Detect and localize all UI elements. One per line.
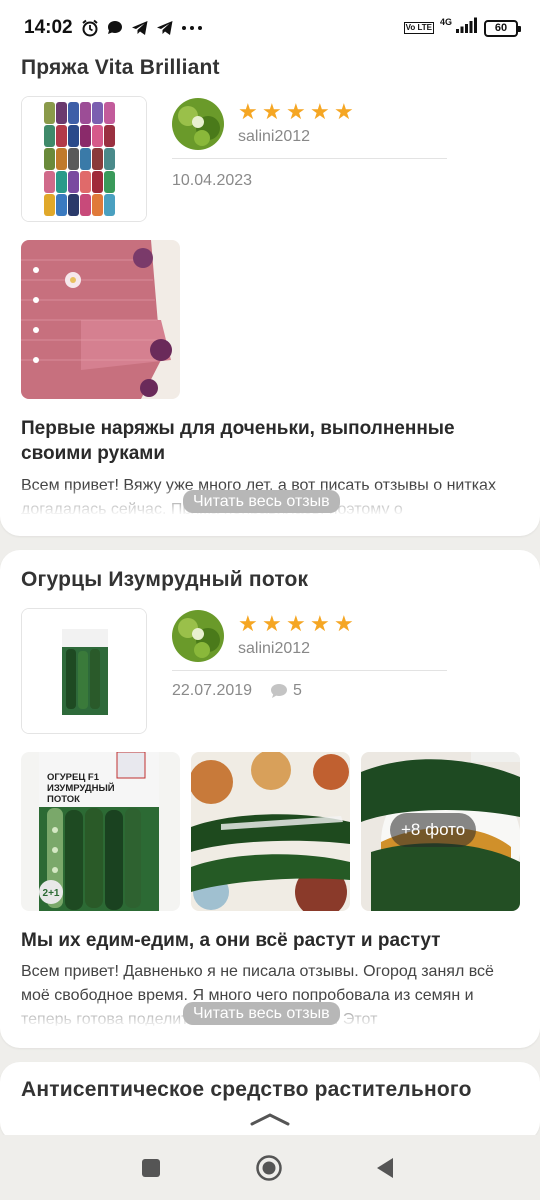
username[interactable]: salini2012 <box>238 640 310 658</box>
packet-label: ОГУРЕЦ F1 ИЗУМРУДНЫЙ ПОТОК <box>47 772 115 805</box>
avatar[interactable] <box>172 610 224 662</box>
product-image[interactable] <box>21 608 147 734</box>
status-bar: 14:02 Vo LTE 4G 60 <box>0 0 540 56</box>
star-icon: ★ <box>286 611 306 636</box>
username[interactable]: salini2012 <box>238 128 310 146</box>
seed-packet-image <box>22 609 146 733</box>
star-icon: ★ <box>334 611 354 636</box>
divider <box>172 158 447 159</box>
square-icon <box>142 1159 160 1177</box>
star-icon: ★ <box>334 99 354 124</box>
telegram-icon <box>131 19 149 37</box>
rating-stars: ★ ★ ★ ★ ★ <box>238 99 354 124</box>
more-photos-badge[interactable]: +8 фото <box>390 813 477 847</box>
review-photo[interactable] <box>21 240 180 399</box>
recent-apps-button[interactable] <box>141 1158 161 1183</box>
star-icon: ★ <box>286 99 306 124</box>
star-icon: ★ <box>238 99 258 124</box>
home-button[interactable] <box>255 1154 283 1187</box>
back-triangle-icon <box>377 1158 393 1178</box>
review-title[interactable]: Мы их едим-едим, а они всё растут и раст… <box>21 928 521 953</box>
star-icon: ★ <box>262 611 282 636</box>
product-title[interactable]: Пряжа Vita Brilliant <box>21 56 220 80</box>
yarn-skeins-image <box>22 97 146 221</box>
svg-text:2+1: 2+1 <box>43 888 60 899</box>
review-card[interactable]: Пряжа Vita Brilliant ★ ★ ★ ★ ★ salini2012 10… <box>0 34 540 536</box>
chat-bubble-icon <box>106 19 124 37</box>
chevron-up-icon[interactable] <box>250 1112 290 1131</box>
review-date: 10.04.2023 <box>172 172 253 189</box>
star-icon: ★ <box>310 99 330 124</box>
network-type: 4G <box>439 17 452 27</box>
review-photo[interactable]: 2+1 ОГУРЕЦ F1 ИЗУМРУДНЫЙ ПОТОК <box>21 752 180 911</box>
read-more-button[interactable]: Читать весь отзыв <box>183 490 340 513</box>
review-photo[interactable] <box>191 752 350 911</box>
volte-indicator: Vo LTE <box>403 22 434 34</box>
rating-stars: ★ ★ ★ ★ ★ <box>238 611 354 636</box>
review-photo[interactable]: +8 фото <box>361 752 520 911</box>
alarm-icon <box>81 19 99 37</box>
read-more-button[interactable]: Читать весь отзыв <box>183 1002 340 1025</box>
comments-number: 5 <box>293 682 302 699</box>
review-date: 22.07.2019 <box>172 682 253 699</box>
status-time: 14:02 <box>24 17 73 38</box>
telegram-icon-2 <box>156 19 174 37</box>
system-nav-bar <box>0 1135 540 1200</box>
divider <box>172 670 447 671</box>
comment-icon <box>271 684 287 698</box>
battery-indicator: 60 <box>484 19 521 37</box>
comments-count[interactable]: 5 <box>270 682 302 700</box>
star-icon: ★ <box>310 611 330 636</box>
more-dots-icon <box>181 25 203 31</box>
star-icon: ★ <box>262 99 282 124</box>
product-image[interactable] <box>21 96 147 222</box>
signal-icon <box>456 17 478 39</box>
avatar[interactable] <box>172 98 224 150</box>
home-circle-icon <box>256 1155 282 1181</box>
back-button[interactable] <box>375 1156 395 1185</box>
review-card[interactable]: Огурцы Изумрудный поток ★ ★ ★ ★ ★ salini2012… <box>0 550 540 1048</box>
star-icon: ★ <box>238 611 258 636</box>
product-title[interactable]: Антисептическое средство растительного <box>21 1078 472 1102</box>
review-title[interactable]: Первые наряжы для доченьки, выполненные … <box>21 416 521 466</box>
product-title[interactable]: Огурцы Изумрудный поток <box>21 568 308 592</box>
